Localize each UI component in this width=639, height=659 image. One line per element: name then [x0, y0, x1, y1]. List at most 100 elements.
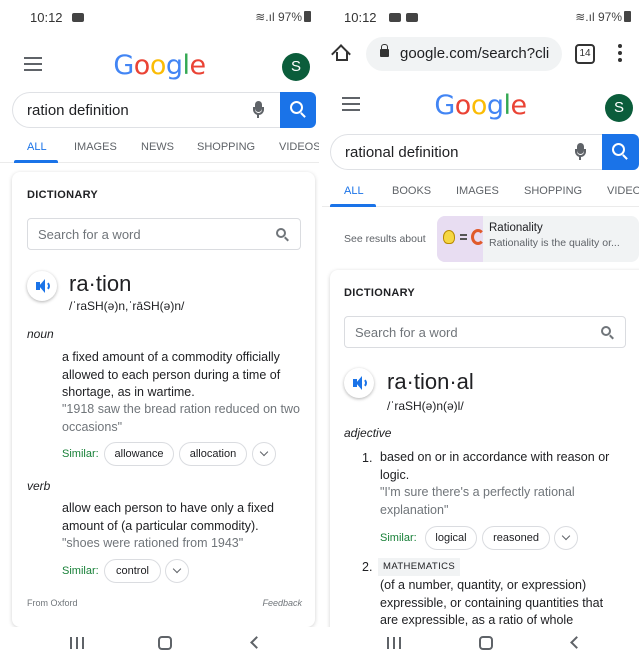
battery-level: 97%: [597, 10, 622, 24]
rationality-entity-chip[interactable]: Rationality Rationality is the quality o…: [437, 216, 639, 262]
google-header: Google S: [0, 38, 319, 90]
chevron-down-icon[interactable]: [165, 559, 189, 583]
sense1-example: "I'm sure there's a perfectly rational e…: [380, 485, 575, 517]
part-of-speech-noun: noun: [27, 327, 54, 341]
avatar[interactable]: S: [282, 53, 310, 81]
tab-news[interactable]: NEWS: [141, 141, 174, 153]
part-of-speech-adjective: adjective: [344, 426, 392, 440]
avatar[interactable]: S: [605, 94, 633, 122]
recent-apps-icon[interactable]: [387, 637, 401, 649]
verb-definition: allow each person to have only a fixed a…: [62, 501, 274, 533]
active-tab-indicator: [330, 204, 376, 207]
recent-apps-icon[interactable]: [70, 637, 84, 649]
home-icon[interactable]: [331, 44, 352, 64]
home-icon[interactable]: [479, 636, 493, 650]
tab-videos[interactable]: VIDEOS: [279, 141, 319, 153]
search-tabs: ALL BOOKS IMAGES SHOPPING VIDEOS: [322, 177, 639, 207]
status-bar: 10:12 ≋.ıl 97%: [0, 0, 319, 32]
status-time: 10:12: [30, 10, 63, 25]
similar-chip-control[interactable]: control: [104, 559, 161, 583]
similar-chip-allocation[interactable]: allocation: [179, 442, 247, 466]
similar-chip-allowance[interactable]: allowance: [104, 442, 174, 466]
wifi-signal-icon: ≋.ıl: [255, 10, 278, 24]
search-input[interactable]: ration definition: [12, 92, 280, 128]
search-tabs: ALL IMAGES NEWS SHOPPING VIDEOS: [0, 133, 319, 163]
tab-all[interactable]: ALL: [344, 185, 364, 197]
search-query: rational definition: [345, 144, 459, 161]
battery-icon: [624, 11, 631, 22]
google-logo[interactable]: Google: [0, 50, 319, 81]
battery-icon: [304, 11, 311, 22]
similar-chip-reasoned[interactable]: reasoned: [482, 526, 550, 550]
tab-switcher-button[interactable]: 14: [575, 44, 595, 64]
feedback-link[interactable]: Feedback: [262, 598, 302, 608]
left-phone-screen: 10:12 ≋.ıl 97% Google S ration definitio…: [0, 0, 319, 659]
more-options-icon[interactable]: [618, 44, 622, 62]
search-icon: [276, 228, 286, 238]
search-input[interactable]: rational definition: [330, 134, 602, 170]
battery-level: 97%: [277, 10, 302, 24]
system-nav-bar: [322, 627, 639, 659]
entity-title: Rationality: [489, 222, 543, 234]
dictionary-source: From Oxford: [27, 598, 78, 608]
tab-books[interactable]: BOOKS: [392, 185, 431, 197]
image-notification-icon: [389, 13, 401, 22]
back-icon[interactable]: [250, 636, 263, 649]
rationality-thumbnail: [437, 216, 485, 262]
word-search-placeholder: Search for a word: [355, 325, 458, 340]
google-header: Google S: [322, 78, 639, 130]
back-icon[interactable]: [570, 636, 583, 649]
equals-icon: [460, 234, 467, 240]
verb-example: "shoes were rationed from 1943": [62, 536, 244, 550]
pronunciation-speaker-icon[interactable]: [344, 368, 374, 398]
tab-all[interactable]: ALL: [27, 141, 47, 153]
search-button[interactable]: [602, 134, 639, 170]
right-phone-screen: 10:12 ≋.ıl 97% google.com/search?cli 14 …: [322, 0, 639, 659]
similar-label: Similar:: [62, 565, 99, 577]
browser-toolbar: google.com/search?cli 14: [322, 32, 639, 76]
sense1-definition: based on or in accordance with reason or…: [380, 450, 610, 482]
status-right: ≋.ıl 97%: [575, 10, 631, 24]
word-search-input[interactable]: Search for a word: [344, 316, 626, 348]
pronunciation-speaker-icon[interactable]: [27, 271, 57, 301]
search-icon: [601, 326, 611, 336]
tab-shopping[interactable]: SHOPPING: [197, 141, 255, 153]
headword: ra·tion·al: [387, 369, 474, 394]
spiral-icon: [471, 229, 485, 245]
wifi-signal-icon: ≋.ıl: [575, 10, 598, 24]
sense-number: 2.: [362, 560, 373, 574]
google-logo[interactable]: Google: [322, 90, 639, 121]
search-button[interactable]: [280, 92, 316, 128]
tab-shopping[interactable]: SHOPPING: [524, 185, 582, 197]
word-search-placeholder: Search for a word: [38, 227, 141, 242]
word-search-input[interactable]: Search for a word: [27, 218, 301, 250]
dictionary-label: DICTIONARY: [344, 287, 416, 299]
search-icon: [290, 101, 303, 114]
status-time: 10:12: [344, 10, 377, 25]
mic-icon[interactable]: [253, 101, 264, 119]
dictionary-card: DICTIONARY Search for a word ra·tion /ˈr…: [12, 172, 315, 627]
phonetic: /ˈraSH(ə)n(ə)l/: [387, 399, 464, 413]
chevron-down-icon[interactable]: [554, 526, 578, 550]
tab-images[interactable]: IMAGES: [456, 185, 499, 197]
domain-badge: MATHEMATICS: [378, 558, 461, 576]
notification-icon: [406, 13, 418, 22]
chevron-down-icon[interactable]: [252, 442, 276, 466]
mic-icon[interactable]: [575, 143, 586, 161]
url-text: google.com/search?cli: [400, 45, 550, 62]
tab-videos[interactable]: VIDEOS: [607, 185, 639, 197]
url-bar[interactable]: google.com/search?cli: [366, 37, 562, 71]
home-icon[interactable]: [158, 636, 172, 650]
phonetic: /ˈraSH(ə)n,ˈrāSH(ə)n/: [69, 299, 185, 313]
status-right: ≋.ıl 97%: [255, 10, 311, 24]
similar-chip-logical[interactable]: logical: [425, 526, 477, 550]
noun-definition: a fixed amount of a commodity officially…: [62, 350, 281, 399]
part-of-speech-verb: verb: [27, 479, 51, 493]
sense2-definition: (of a number, quantity, or expression) e…: [380, 578, 604, 627]
noun-example: "1918 saw the bread ration reduced on tw…: [62, 402, 300, 434]
sense-number: 1.: [362, 451, 373, 465]
similar-label: Similar:: [62, 448, 99, 460]
active-tab-indicator: [14, 160, 58, 163]
tab-images[interactable]: IMAGES: [74, 141, 117, 153]
search-query: ration definition: [27, 102, 129, 119]
